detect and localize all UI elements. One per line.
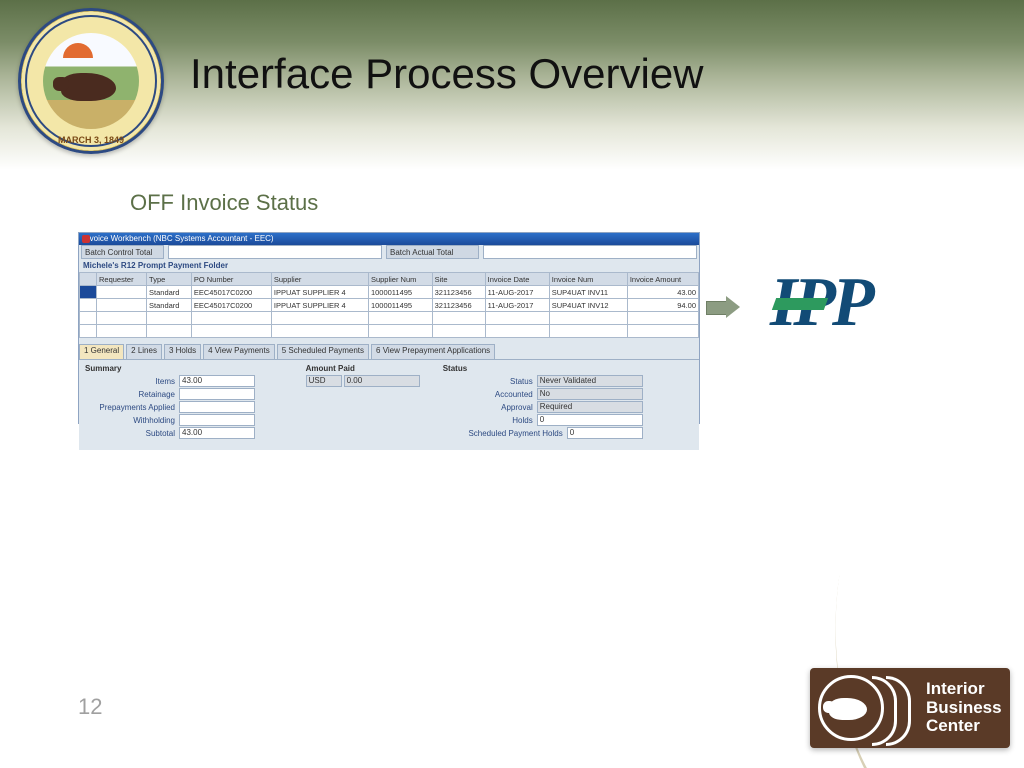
window-titlebar: Invoice Workbench (NBC Systems Accountan…	[79, 233, 699, 245]
tab-lines: 2 Lines	[126, 344, 162, 359]
col-invoice-date: Invoice Date	[485, 273, 549, 286]
detail-panel: Summary Items43.00 Retainage Prepayments…	[79, 359, 699, 450]
approval-value: Required	[537, 401, 643, 413]
summary-retainage	[179, 388, 255, 400]
slide: MARCH 3, 1849 Interface Process Overview…	[0, 0, 1024, 768]
col-type: Type	[147, 273, 192, 286]
arcs-icon	[872, 676, 932, 740]
batch-control-label: Batch Control Total	[81, 245, 164, 259]
table-row: Standard EEC45017C0200 IPPUAT SUPPLIER 4…	[80, 299, 699, 312]
batch-control-field	[168, 245, 382, 259]
invoice-table: Requester Type PO Number Supplier Suppli…	[79, 272, 699, 338]
batch-actual-label: Batch Actual Total	[386, 245, 479, 259]
summary-prepay	[179, 401, 255, 413]
tab-general: 1 General	[79, 344, 124, 359]
col-supplier: Supplier	[271, 273, 368, 286]
col-supplier-num: Supplier Num	[368, 273, 432, 286]
arrow-right-icon	[706, 296, 742, 318]
col-po: PO Number	[191, 273, 271, 286]
summary-heading: Summary	[85, 364, 294, 373]
ipp-logo: IPP	[770, 268, 990, 338]
summary-items: 43.00	[179, 375, 255, 387]
tab-scheduled-payments: 5 Scheduled Payments	[277, 344, 369, 359]
col-invoice-num: Invoice Num	[549, 273, 627, 286]
batch-actual-field	[483, 245, 697, 259]
accounted-value: No	[537, 388, 643, 400]
status-heading: Status	[443, 364, 693, 373]
close-icon	[82, 235, 90, 243]
seal-date: MARCH 3, 1849	[21, 135, 161, 145]
summary-subtotal: 43.00	[179, 427, 255, 439]
summary-withhold	[179, 414, 255, 426]
folder-name: Michele's R12 Prompt Payment Folder	[79, 259, 699, 272]
slide-title: Interface Process Overview	[190, 50, 704, 98]
holds-value: 0	[537, 414, 643, 426]
tab-holds: 3 Holds	[164, 344, 201, 359]
doi-seal-icon: MARCH 3, 1849	[18, 8, 164, 154]
ibc-logo: Interior Business Center	[810, 668, 1010, 748]
sched-holds-value: 0	[567, 427, 643, 439]
slide-subtitle: OFF Invoice Status	[130, 190, 318, 216]
page-number: 12	[78, 694, 102, 720]
invoice-workbench-screenshot: Invoice Workbench (NBC Systems Accountan…	[78, 232, 700, 424]
col-requester: Requester	[97, 273, 147, 286]
status-value: Never Validated	[537, 375, 643, 387]
ibc-text: Interior Business Center	[926, 680, 1002, 736]
amount-paid-currency: USD	[306, 375, 342, 387]
detail-tabs: 1 General 2 Lines 3 Holds 4 View Payment…	[79, 344, 699, 359]
col-amount: Invoice Amount	[627, 273, 698, 286]
tab-prepayment: 6 View Prepayment Applications	[371, 344, 495, 359]
window-title: Invoice Workbench (NBC Systems Accountan…	[83, 234, 274, 243]
col-site: Site	[432, 273, 485, 286]
ipp-slash-icon	[772, 298, 828, 310]
tab-view-payments: 4 View Payments	[203, 344, 275, 359]
amount-paid-value: 0.00	[344, 375, 420, 387]
table-row: Standard EEC45017C0200 IPPUAT SUPPLIER 4…	[80, 286, 699, 299]
amount-paid-heading: Amount Paid	[306, 364, 431, 373]
